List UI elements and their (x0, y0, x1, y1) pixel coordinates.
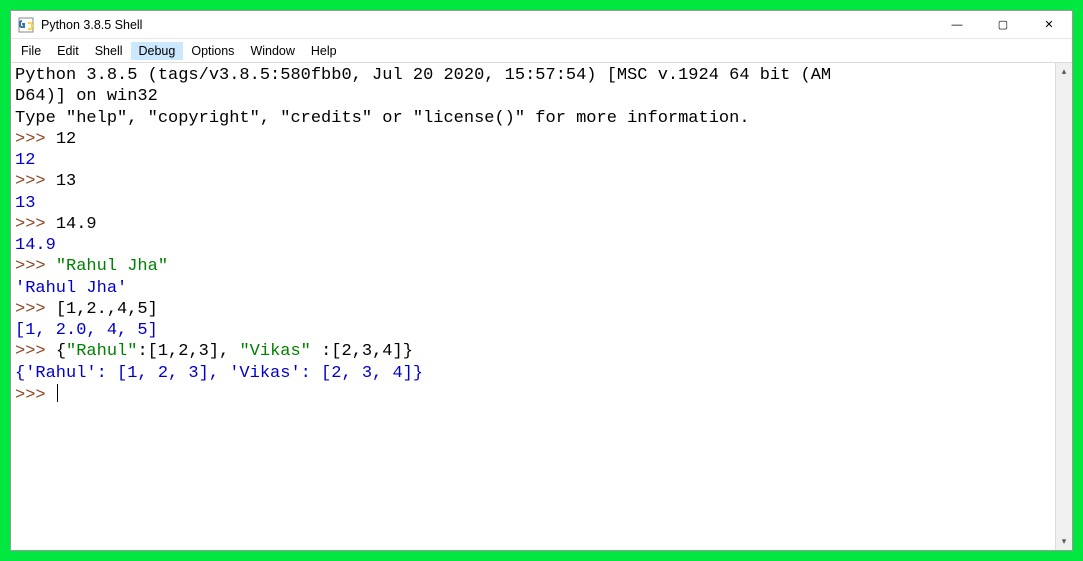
idle-icon (17, 16, 35, 34)
dict-sep: :[1,2,3], (137, 342, 239, 361)
prompt: >>> (15, 172, 46, 191)
text-cursor (57, 384, 58, 402)
menubar: File Edit Shell Debug Options Window Hel… (11, 39, 1072, 63)
scroll-up-icon[interactable]: ▴ (1056, 63, 1072, 80)
menu-options[interactable]: Options (183, 42, 242, 60)
menu-edit[interactable]: Edit (49, 42, 87, 60)
menu-debug[interactable]: Debug (131, 42, 184, 60)
banner-line: Python 3.8.5 (tags/v3.8.5:580fbb0, Jul 2… (15, 66, 831, 85)
menu-file[interactable]: File (13, 42, 49, 60)
menu-shell[interactable]: Shell (87, 42, 131, 60)
repl-input: { (56, 342, 66, 361)
window-title: Python 3.8.5 Shell (41, 18, 142, 32)
repl-input: [1,2.,4,5] (56, 300, 158, 319)
banner-line: Type "help", "copyright", "credits" or "… (15, 109, 750, 128)
repl-output: 'Rahul Jha' (15, 279, 127, 298)
menu-window[interactable]: Window (242, 42, 302, 60)
repl-output: 12 (15, 151, 35, 170)
prompt: >>> (15, 257, 46, 276)
scroll-down-icon[interactable]: ▾ (1056, 533, 1072, 550)
outer-frame: Python 3.8.5 Shell — ▢ ✕ File Edit Shell… (0, 0, 1083, 561)
content-wrap: Python 3.8.5 (tags/v3.8.5:580fbb0, Jul 2… (11, 63, 1072, 550)
repl-output: [1, 2.0, 4, 5] (15, 321, 158, 340)
repl-output: 13 (15, 194, 35, 213)
vertical-scrollbar[interactable]: ▴ ▾ (1055, 63, 1072, 550)
shell-text-area[interactable]: Python 3.8.5 (tags/v3.8.5:580fbb0, Jul 2… (11, 63, 1055, 550)
dict-key: "Rahul" (66, 342, 137, 361)
maximize-button[interactable]: ▢ (980, 11, 1026, 39)
banner-line: D64)] on win32 (15, 87, 158, 106)
dict-tail: :[2,3,4]} (311, 342, 413, 361)
repl-input: "Rahul Jha" (56, 257, 168, 276)
dict-key: "Vikas" (239, 342, 310, 361)
prompt: >>> (15, 386, 46, 405)
prompt: >>> (15, 342, 46, 361)
minimize-button[interactable]: — (934, 11, 980, 39)
repl-input: 13 (56, 172, 76, 191)
repl-input: 12 (56, 130, 76, 149)
prompt: >>> (15, 300, 46, 319)
prompt: >>> (15, 215, 46, 234)
shell-window: Python 3.8.5 Shell — ▢ ✕ File Edit Shell… (10, 10, 1073, 551)
menu-help[interactable]: Help (303, 42, 345, 60)
titlebar[interactable]: Python 3.8.5 Shell — ▢ ✕ (11, 11, 1072, 39)
repl-input: 14.9 (56, 215, 97, 234)
prompt: >>> (15, 130, 46, 149)
repl-output: {'Rahul': [1, 2, 3], 'Vikas': [2, 3, 4]} (15, 364, 423, 383)
close-button[interactable]: ✕ (1026, 11, 1072, 39)
repl-output: 14.9 (15, 236, 56, 255)
